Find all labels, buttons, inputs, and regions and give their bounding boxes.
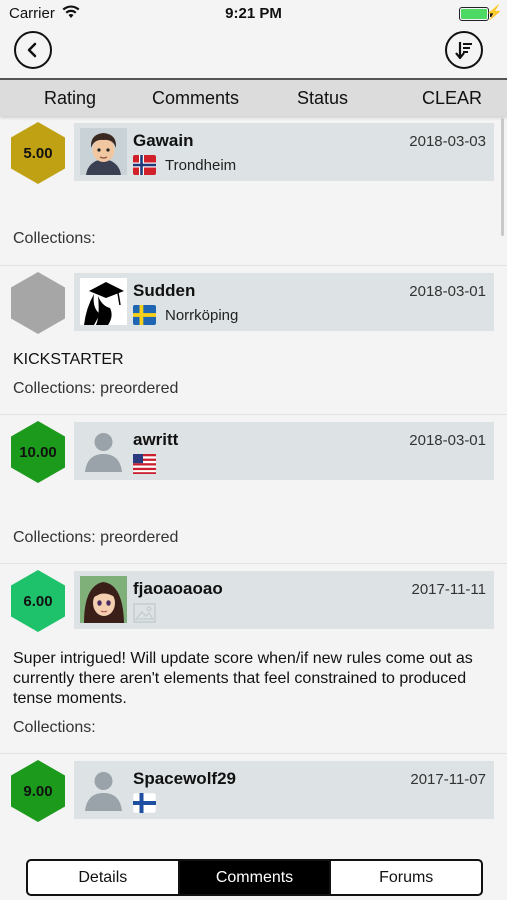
username[interactable]: Gawain xyxy=(133,131,193,151)
filter-bar: Rating Comments Status CLEAR xyxy=(0,80,507,116)
filter-rating[interactable]: Rating xyxy=(44,88,96,109)
filter-comments[interactable]: Comments xyxy=(152,88,239,109)
battery-icon xyxy=(459,7,489,21)
user-card[interactable]: Sudden 2018-03-01 Norrköping xyxy=(74,273,494,331)
charging-icon: ⚡ xyxy=(485,4,503,20)
comment-date: 2018-03-01 xyxy=(409,432,486,449)
user-location: Norrköping xyxy=(165,307,239,324)
section-tabs: Details Comments Forums xyxy=(26,859,483,896)
default-avatar-icon[interactable] xyxy=(80,427,127,474)
user-card[interactable]: fjaoaoaoao 2017-11-11 xyxy=(74,571,494,629)
comment-entry: 9.00 Spacewolf29 2017-11-07 xyxy=(0,753,507,846)
comment-list: 5.00 Gawain 2018-03-03 Trondheim Collect… xyxy=(0,116,507,846)
tab-details[interactable]: Details xyxy=(28,861,180,894)
comment-entry: 10.00 awritt 2018-03-01 Collections: pre… xyxy=(0,414,507,563)
status-bar: Carrier 9:21 PM ⚡ xyxy=(0,0,507,28)
collections-label: Collections: xyxy=(13,719,96,736)
collections-label: Collections: xyxy=(13,230,96,247)
comment-date: 2017-11-11 xyxy=(411,581,486,598)
comment-text: KICKSTARTER xyxy=(13,351,124,368)
avatar[interactable] xyxy=(80,576,127,623)
filter-status[interactable]: Status xyxy=(297,88,348,109)
comment-text: Super intrigued! Will update score when/… xyxy=(13,650,473,707)
avatar[interactable] xyxy=(80,128,127,175)
user-card[interactable]: Spacewolf29 2017-11-07 xyxy=(74,761,494,819)
nav-bar xyxy=(0,28,507,80)
usa-flag-icon xyxy=(133,454,156,474)
norway-flag-icon xyxy=(133,155,156,175)
rating-badge xyxy=(11,272,65,334)
rating-badge: 5.00 xyxy=(11,122,65,184)
tab-comments[interactable]: Comments xyxy=(179,861,332,894)
unknown-flag-icon xyxy=(133,603,156,623)
finland-flag-icon xyxy=(132,792,157,814)
avatar[interactable] xyxy=(80,278,127,325)
user-card[interactable]: Gawain 2018-03-03 Trondheim xyxy=(74,123,494,181)
rating-value: 10.00 xyxy=(19,443,57,461)
comment-entry: 5.00 Gawain 2018-03-03 Trondheim Collect… xyxy=(0,116,507,265)
filter-clear[interactable]: CLEAR xyxy=(422,88,482,109)
clock: 9:21 PM xyxy=(225,5,282,22)
default-avatar-icon[interactable] xyxy=(80,766,127,813)
collections-label: Collections: preordered xyxy=(13,380,179,397)
username[interactable]: awritt xyxy=(133,430,178,450)
comment-date: 2018-03-03 xyxy=(409,133,486,150)
username[interactable]: Spacewolf29 xyxy=(133,769,236,789)
comment-entry: Sudden 2018-03-01 Norrköping KICKSTARTER… xyxy=(0,265,507,414)
sweden-flag-icon xyxy=(133,305,156,325)
rating-value: 9.00 xyxy=(23,782,53,800)
sort-down-icon xyxy=(455,42,472,60)
back-button[interactable] xyxy=(14,31,52,69)
user-card[interactable]: awritt 2018-03-01 xyxy=(74,422,494,480)
username[interactable]: Sudden xyxy=(133,281,195,301)
back-arrow-icon xyxy=(27,42,37,58)
rating-badge: 9.00 xyxy=(11,760,65,822)
user-location: Trondheim xyxy=(165,157,237,174)
collections-label: Collections: preordered xyxy=(13,529,179,546)
sort-button[interactable] xyxy=(445,31,483,69)
comment-entry: 6.00 fjaoaoaoao 2017-11-11 Super intrigu… xyxy=(0,563,507,753)
username[interactable]: fjaoaoaoao xyxy=(133,579,223,599)
rating-badge: 6.00 xyxy=(11,570,65,632)
tab-forums[interactable]: Forums xyxy=(331,861,481,894)
rating-badge: 10.00 xyxy=(11,421,65,483)
comment-date: 2018-03-01 xyxy=(409,283,486,300)
comment-date: 2017-11-07 xyxy=(410,771,486,788)
rating-value: 6.00 xyxy=(23,592,53,610)
rating-value: 5.00 xyxy=(23,144,53,162)
